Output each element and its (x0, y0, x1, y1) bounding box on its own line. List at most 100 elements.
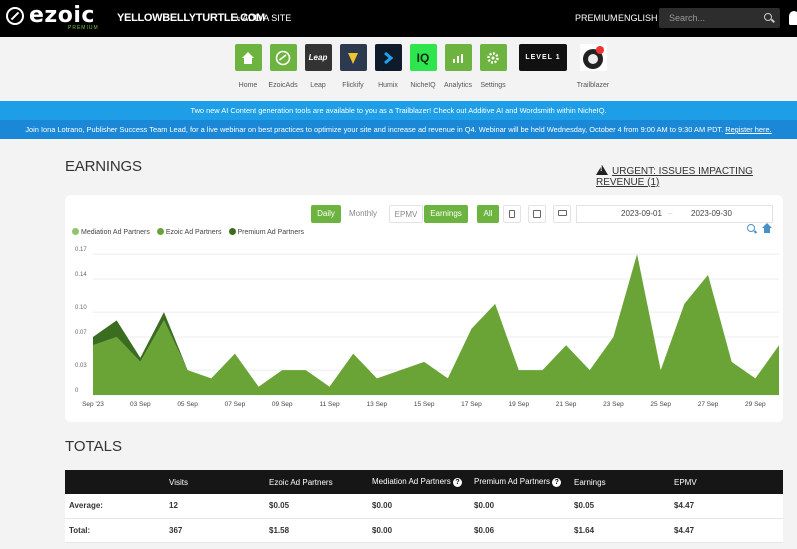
search-icon[interactable] (764, 13, 772, 21)
help-icon[interactable]: ? (452, 478, 462, 487)
table-cell: Average: (65, 494, 165, 519)
premium-link[interactable]: PREMIUM (575, 13, 618, 23)
flickify-icon (339, 44, 367, 71)
x-tick-label: 19 Sep (508, 401, 529, 408)
logo-mark-icon (6, 7, 24, 25)
table-row: Average: 12 $0.05 $0.00 $0.00 $0.05 $4.4… (65, 494, 783, 519)
daily-toggle[interactable]: Daily (311, 205, 341, 223)
leap-icon: Leap (304, 44, 332, 71)
analytics-icon (444, 44, 472, 71)
monthly-toggle[interactable]: Monthly (343, 205, 383, 223)
top-nav: ezoic PREMIUM YELLOWBELLYTURTLE.COM + AD… (0, 0, 797, 37)
legend-dot (228, 228, 236, 235)
ezoicads-icon (269, 44, 297, 71)
legend-item-ezoic[interactable]: Ezoic Ad Partners (156, 228, 222, 236)
app-label: EzoicAds (268, 82, 298, 89)
app-trailblazer[interactable]: Trailblazer (573, 44, 613, 89)
table-row: Total: 367 $1.58 $0.00 $0.06 $1.64 $4.47 (65, 518, 783, 543)
table-cell: $0.05 (570, 494, 670, 519)
app-home[interactable]: Home (228, 44, 268, 89)
table-cell: 367 (165, 518, 265, 543)
app-analytics[interactable]: Analytics (438, 44, 478, 89)
nicheiq-icon: IQ (409, 44, 437, 71)
col-header (65, 470, 165, 494)
app-nicheiq[interactable]: IQ NicheIQ (403, 44, 443, 89)
app-label: NicheIQ (410, 82, 436, 89)
app-humix[interactable]: Humix (368, 44, 408, 89)
legend-item-mediation[interactable]: Mediation Ad Partners (72, 228, 150, 236)
table-cell: Total: (65, 518, 165, 543)
totals-table: Visits Ezoic Ad Partners Mediation Ad Pa… (65, 470, 783, 543)
epmv-toggle[interactable]: EPMV (389, 205, 423, 223)
earnings-toggle[interactable]: Earnings (424, 205, 468, 223)
y-tick-label: 0.14 (75, 272, 87, 278)
y-tick-label: 0.03 (75, 363, 87, 369)
legend-item-premium[interactable]: Premium Ad Partners (228, 228, 305, 236)
col-header-label: Premium Ad Partners (474, 477, 551, 486)
y-tick-label: 0 (75, 388, 79, 394)
zoom-icon[interactable] (747, 224, 755, 232)
warning-icon (596, 165, 608, 175)
ezoic-logo[interactable]: ezoic PREMIUM (6, 3, 98, 33)
x-tick-label: 17 Sep (461, 401, 482, 408)
x-tick-label: 29 Sep (745, 401, 766, 408)
date-range-picker[interactable]: 2023-09-01 – 2023-09-30 (576, 205, 773, 223)
app-settings[interactable]: Settings (473, 44, 513, 89)
table-cell: $1.64 (570, 518, 670, 543)
x-tick-label: Sep '23 (82, 401, 104, 408)
app-ezoicads[interactable]: EzoicAds (263, 44, 303, 89)
table-cell: $0.00 (470, 494, 570, 519)
x-tick-label: 27 Sep (698, 401, 719, 408)
x-tick-label: 13 Sep (367, 401, 388, 408)
desktop-icon (558, 210, 567, 216)
x-tick-label: 11 Sep (319, 401, 340, 408)
tablet-device-toggle[interactable] (528, 205, 546, 223)
x-tick-label: 09 Sep (272, 401, 293, 408)
ai-tools-banner-text: Two new AI Content generation tools are … (190, 106, 607, 115)
notification-bell-icon[interactable] (789, 11, 797, 25)
ai-tools-banner[interactable]: Two new AI Content generation tools are … (0, 101, 797, 120)
series-area-1[interactable] (93, 254, 779, 395)
desktop-device-toggle[interactable] (553, 205, 571, 223)
app-flickify[interactable]: Flickify (333, 44, 373, 89)
y-tick-label: 0.07 (75, 330, 87, 336)
reset-zoom-home-icon[interactable] (762, 223, 772, 233)
app-label: Flickify (342, 82, 364, 89)
trailblazer-icon (579, 44, 607, 71)
register-link[interactable]: Register here. (725, 125, 771, 134)
table-cell: $0.05 (265, 494, 368, 519)
logo-premium-label: PREMIUM (68, 25, 99, 31)
app-label: Trailblazer (576, 82, 610, 89)
app-label: Home (238, 82, 258, 89)
col-header: Visits (165, 470, 265, 494)
app-label: Humix (378, 82, 398, 89)
col-header: Premium Ad Partners ? (470, 470, 570, 494)
legend-dot (72, 228, 79, 235)
table-cell: $4.47 (670, 494, 783, 519)
home-icon (234, 44, 262, 71)
y-tick-label: 0.10 (75, 305, 87, 311)
date-separator: – (668, 209, 673, 218)
earnings-area-chart[interactable]: 0 0.03 0.07 0.10 0.14 0.17 Sep '23 03 Sep 05 Sep… (65, 240, 783, 412)
help-icon[interactable]: ? (552, 478, 562, 487)
legend-label: Mediation Ad Partners (81, 229, 150, 236)
urgent-issues-link[interactable]: URGENT: ISSUES IMPACTING REVENUE (1) (596, 165, 797, 188)
app-leap[interactable]: Leap Leap (298, 44, 338, 89)
table-cell: $1.58 (265, 518, 368, 543)
app-label: Leap (310, 82, 326, 89)
app-level-badge[interactable]: LEVEL 1 (518, 44, 568, 71)
add-site-link[interactable]: + ADD A SITE (235, 13, 291, 23)
col-header-label: Mediation Ad Partners (372, 477, 451, 486)
y-tick-label: 0.17 (75, 247, 87, 253)
mobile-device-toggle[interactable] (503, 205, 521, 223)
all-devices-toggle[interactable]: All (477, 205, 499, 223)
level-badge-icon: LEVEL 1 (519, 44, 567, 71)
urgent-issues-label: URGENT: ISSUES IMPACTING REVENUE (1) (596, 166, 753, 188)
date-from: 2023-09-01 (621, 209, 662, 218)
language-selector[interactable]: ENGLISH ▾ (618, 13, 665, 24)
search-input[interactable] (659, 8, 780, 28)
earnings-title: EARNINGS (65, 158, 142, 175)
date-to: 2023-09-30 (691, 209, 732, 218)
legend-label: Premium Ad Partners (237, 229, 305, 236)
logo-text: ezoic (29, 3, 95, 28)
